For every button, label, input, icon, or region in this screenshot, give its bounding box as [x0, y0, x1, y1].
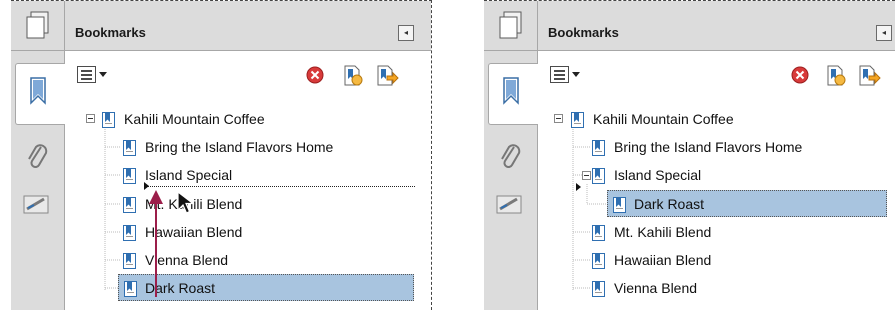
bookmarks-panel-after: Bookmarks ◂ Kahili Mountain Coffee Bring…	[484, 0, 895, 310]
attachment-icon[interactable]	[25, 141, 49, 171]
bookmark-icon	[592, 253, 605, 269]
pages-button[interactable]	[11, 1, 65, 51]
drag-arrow-icon	[149, 190, 163, 297]
bookmark-item[interactable]: Vienna Blend	[590, 274, 880, 302]
bookmark-item[interactable]: Mt. Kahili Blend	[590, 218, 880, 246]
expand-bookmark-icon[interactable]	[857, 64, 881, 88]
drop-indicator-icon	[576, 183, 581, 191]
options-box	[550, 66, 569, 83]
bookmark-icon	[592, 168, 605, 184]
pages-icon	[26, 11, 49, 39]
options-menu-icon[interactable]	[77, 64, 115, 86]
new-bookmark-icon[interactable]	[825, 64, 847, 88]
options-menu-icon[interactable]	[550, 64, 588, 86]
attachment-icon[interactable]	[498, 141, 522, 171]
bookmarks-tab[interactable]	[488, 63, 539, 125]
bookmark-tree: Kahili Mountain Coffee Bring the Island …	[538, 100, 895, 310]
collapse-panel-button[interactable]: ◂	[876, 25, 892, 41]
bookmarks-toolbar	[538, 52, 895, 100]
bookmark-item-selected[interactable]: Dark Roast	[607, 190, 887, 217]
bookmark-label: Mt. Kahili Blend	[614, 224, 712, 240]
signature-icon[interactable]	[22, 193, 52, 217]
delete-bookmark-icon[interactable]	[305, 64, 325, 86]
navigation-strip	[11, 1, 66, 310]
bookmark-icon	[592, 225, 605, 241]
bookmark-item[interactable]: Kahili Mountain Coffee	[569, 105, 839, 133]
bookmarks-tab[interactable]	[15, 63, 66, 125]
bookmark-icon	[613, 197, 626, 213]
panel-title: Bookmarks	[75, 25, 146, 40]
bookmarks-icon	[503, 77, 519, 105]
navigation-strip	[484, 1, 539, 310]
bookmark-item[interactable]: Bring the Island Flavors Home	[590, 133, 880, 161]
bookmark-item[interactable]: Hawaiian Blend	[590, 246, 880, 274]
panel-header: Bookmarks ◂	[65, 1, 431, 51]
mouse-pointer-icon	[177, 190, 195, 214]
bookmarks-icon	[30, 77, 46, 105]
bookmark-label: Vienna Blend	[614, 280, 698, 296]
bookmark-icon	[592, 281, 605, 297]
bookmark-label: Kahili Mountain Coffee	[593, 111, 734, 127]
bookmark-icon	[592, 140, 605, 156]
delete-bookmark-icon[interactable]	[790, 64, 810, 86]
pages-button[interactable]	[484, 1, 538, 51]
collapse-toggle-kahili[interactable]	[554, 114, 563, 123]
drop-target-line	[147, 186, 415, 187]
bookmarks-content: Bookmarks ◂ Kahili Mountain Coffee Bring…	[538, 1, 895, 310]
bookmarks-content: Bookmarks ◂ Kahili Mountain Coffee Bring…	[65, 1, 431, 310]
bookmark-icon	[571, 112, 584, 128]
bookmark-label: Bring the Island Flavors Home	[614, 139, 803, 155]
chevron-down-icon	[572, 72, 580, 77]
expand-bookmark-icon[interactable]	[375, 64, 399, 88]
bookmark-label: Island Special	[614, 167, 702, 183]
signature-icon[interactable]	[495, 193, 525, 217]
collapse-panel-button[interactable]: ◂	[398, 25, 414, 41]
bookmarks-panel-before: Bookmarks ◂ Kahili Mountain Coffee Bring…	[11, 0, 432, 310]
bookmark-item[interactable]: Island Special	[590, 161, 880, 189]
bookmark-tree: Kahili Mountain Coffee Bring the Island …	[65, 100, 431, 310]
bookmark-label: Hawaiian Blend	[614, 252, 712, 268]
new-bookmark-icon[interactable]	[342, 64, 364, 88]
pages-icon	[499, 11, 522, 39]
bookmark-label: Dark Roast	[634, 196, 705, 212]
options-box	[77, 66, 96, 83]
panel-header: Bookmarks ◂	[538, 1, 895, 51]
chevron-down-icon	[99, 72, 107, 77]
panel-title: Bookmarks	[548, 25, 619, 40]
bookmarks-toolbar	[65, 52, 431, 100]
